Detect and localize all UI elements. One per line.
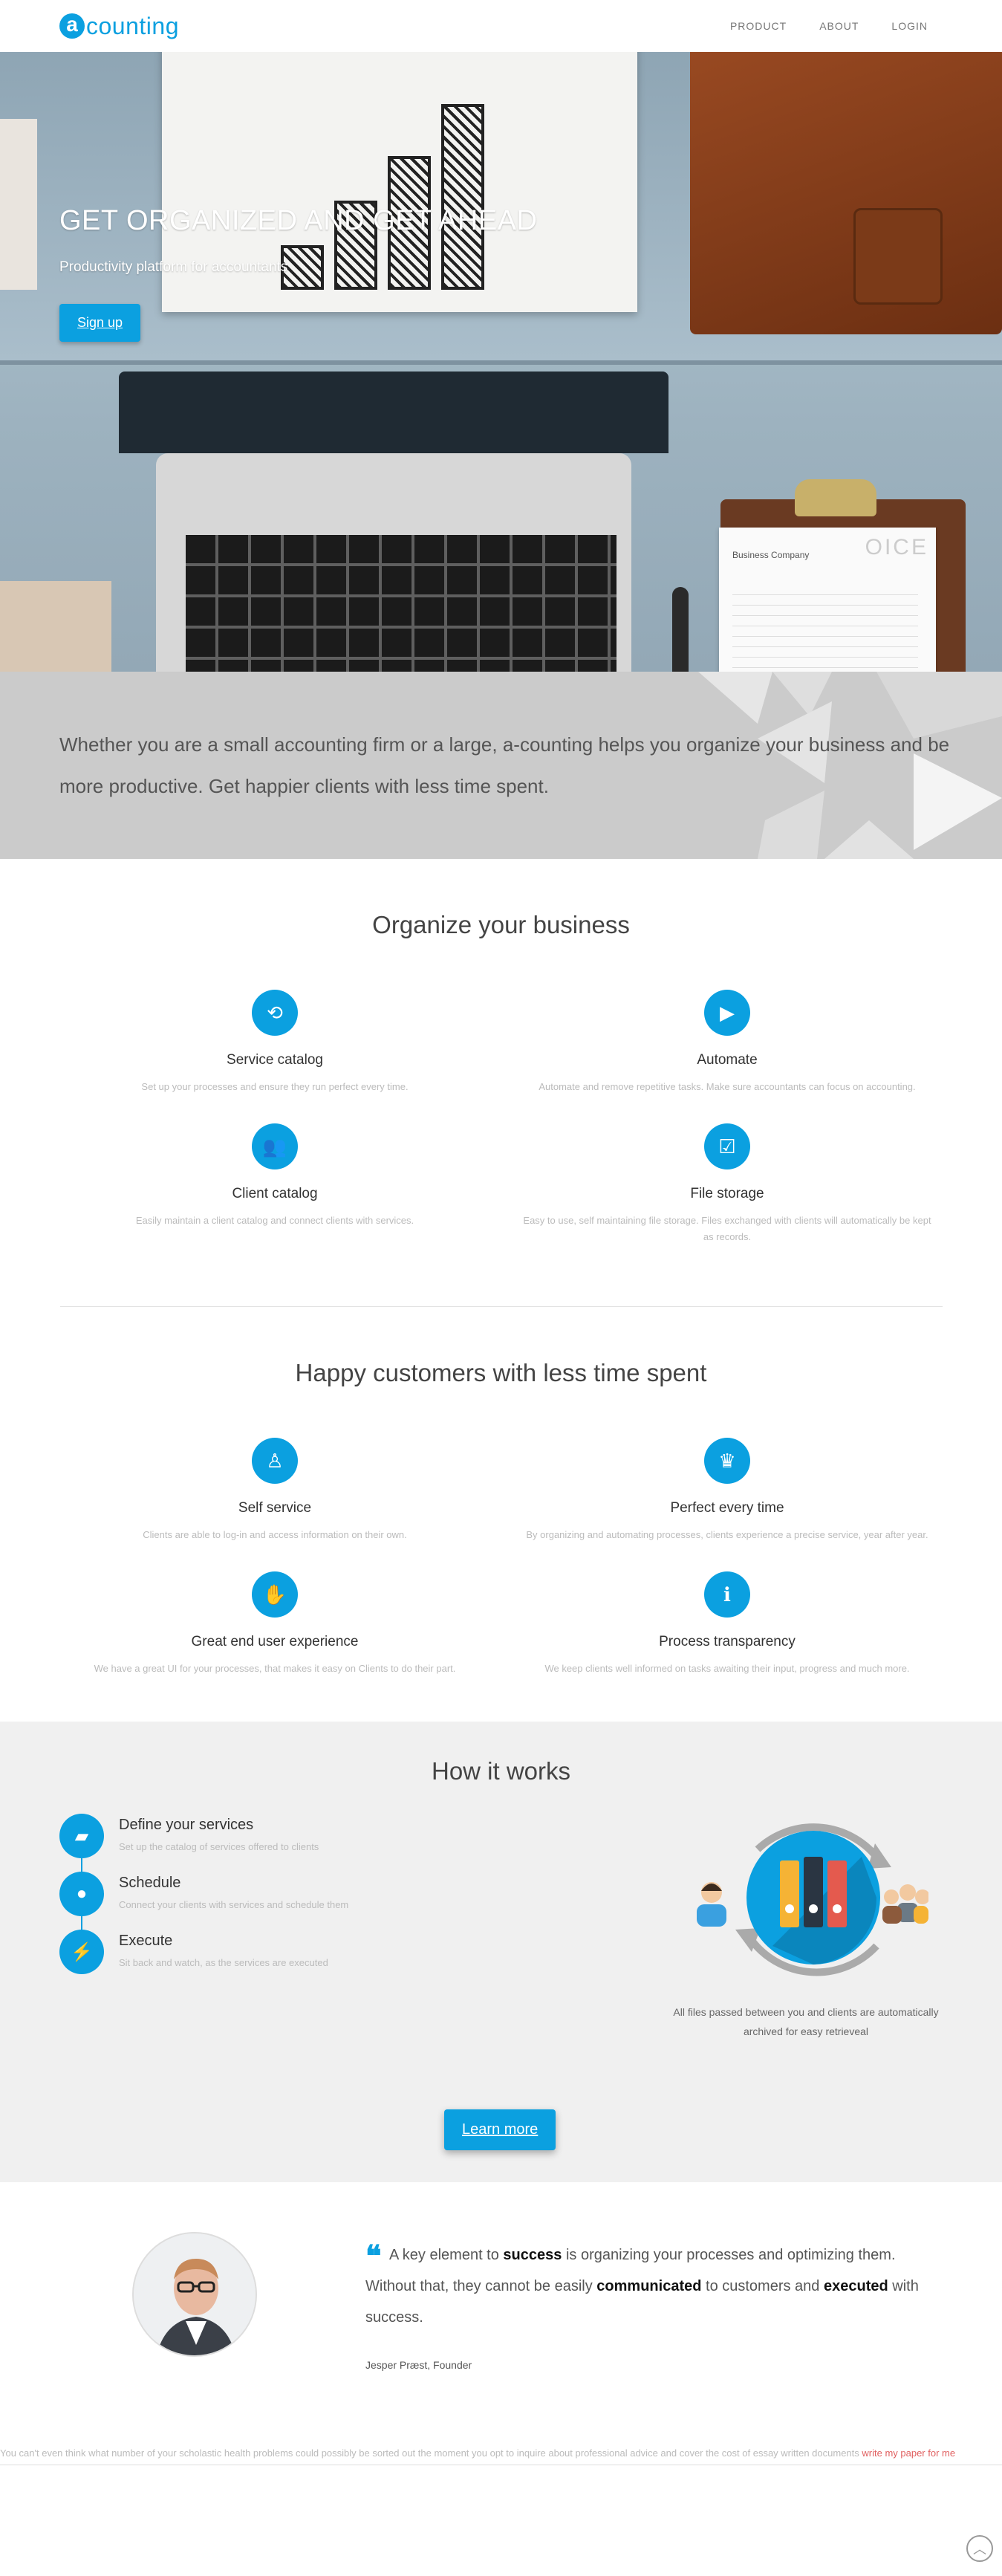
hero-content: GET ORGANIZED AND GET AHEAD Productivity… xyxy=(59,205,537,342)
feature-description: Easily maintain a client catalog and con… xyxy=(135,1215,414,1226)
folder-icon: ▰ xyxy=(59,1814,104,1858)
step-connector xyxy=(81,1916,82,1930)
nav-links: PRODUCT ABOUT LOGIN xyxy=(730,20,928,32)
feature-perfect-every-time: ♛ Perfect every time By organizing and a… xyxy=(501,1438,954,1543)
founder-photo xyxy=(134,2233,256,2355)
quote-text: A key element to success is organizing y… xyxy=(365,2247,919,2326)
feature-service-catalog: ⟲ Service catalog Set up your processes … xyxy=(49,990,501,1095)
hero-cards-decoration xyxy=(0,581,111,672)
file-archive-illustration xyxy=(697,1823,928,1976)
happy-features: ♙ Self service Clients are able to log-i… xyxy=(49,1438,954,1677)
nav-about-link[interactable]: ABOUT xyxy=(819,20,859,32)
info-icon: ℹ xyxy=(704,1571,750,1618)
happy-section: Happy customers with less time spent ♙ S… xyxy=(0,1307,1002,1677)
organize-features: ⟲ Service catalog Set up your processes … xyxy=(49,990,954,1245)
hero-clipboard-clip xyxy=(795,479,876,516)
trophy-icon: ♛ xyxy=(704,1438,750,1484)
feature-title: Great end user experience xyxy=(191,1634,359,1649)
footer: ︿ xyxy=(0,2465,1002,2569)
logo-text: counting xyxy=(86,12,179,39)
feature-description: Set up your processes and ensure they ru… xyxy=(141,1081,409,1092)
promo-text: You can't even think what number of your… xyxy=(0,2435,1002,2465)
step-title: Define your services xyxy=(119,1817,254,1833)
hero-image-divider xyxy=(0,360,1002,365)
step-title: Schedule xyxy=(119,1875,181,1891)
hero-invoice-company: Business Company xyxy=(732,550,810,560)
nav-product-link[interactable]: PRODUCT xyxy=(730,20,787,32)
feature-description: We have a great UI for your processes, t… xyxy=(94,1663,456,1674)
signup-button[interactable]: Sign up xyxy=(59,304,141,342)
handshake-icon: ✋ xyxy=(252,1571,298,1618)
feature-user-experience: ✋ Great end user experience We have a gr… xyxy=(49,1571,501,1677)
hero-invoice-title: OICE xyxy=(865,535,928,559)
hero-invoice-lines xyxy=(732,594,918,672)
step-description: Connect your clients with services and s… xyxy=(119,1899,349,1910)
archive-caption: All files passed between you and clients… xyxy=(673,2006,939,2037)
how-title: How it works xyxy=(431,1757,571,1785)
step-define-services: ▰ Define your services Set up the catalo… xyxy=(59,1814,348,1872)
step-title: Execute xyxy=(119,1933,173,1949)
file-check-icon: ☑ xyxy=(704,1123,750,1169)
feature-title: File storage xyxy=(690,1186,764,1201)
hero-laptop-screen xyxy=(119,372,668,453)
hero-keyboard-rows xyxy=(186,535,617,672)
logo-mark: a xyxy=(59,13,85,39)
organize-section: Organize your business ⟲ Service catalog… xyxy=(0,859,1002,1307)
play-icon: ▶ xyxy=(704,990,750,1036)
feature-description: Automate and remove repetitive tasks. Ma… xyxy=(539,1081,916,1092)
feature-description: Clients are able to log-in and access in… xyxy=(143,1529,407,1540)
hero-title: GET ORGANIZED AND GET AHEAD xyxy=(59,205,538,236)
scroll-to-top-icon[interactable]: ︿ xyxy=(966,2535,993,2562)
step-description: Set up the catalog of services offered t… xyxy=(119,1841,319,1852)
avatar xyxy=(132,2232,257,2357)
step-execute: ⚡ Execute Sit back and watch, as the ser… xyxy=(59,1930,348,1988)
feature-description: Easy to use, self maintaining file stora… xyxy=(523,1215,931,1242)
top-nav: a counting PRODUCT ABOUT LOGIN xyxy=(0,0,1002,52)
learn-more-button[interactable]: Learn more xyxy=(444,2109,556,2150)
feature-title: Self service xyxy=(238,1500,312,1516)
feature-file-storage: ☑ File storage Easy to use, self maintai… xyxy=(501,1123,954,1245)
hero: OICE Business Company GET ORGANIZED AND … xyxy=(0,52,1002,672)
hero-box-decoration xyxy=(0,119,37,290)
quote-author: Jesper Præst, Founder xyxy=(365,2359,472,2371)
refresh-icon: ⟲ xyxy=(252,990,298,1036)
hero-pen xyxy=(672,587,689,672)
feature-client-catalog: 👥 Client catalog Easily maintain a clien… xyxy=(49,1123,501,1245)
feature-title: Client catalog xyxy=(232,1186,318,1201)
how-it-works-section: How it works ▰ Define your services Set … xyxy=(0,1722,1002,2182)
user-icon: ● xyxy=(59,1872,104,1916)
feature-title: Automate xyxy=(697,1052,758,1068)
feature-description: By organizing and automating processes, … xyxy=(526,1529,928,1540)
nav-login-link[interactable]: LOGIN xyxy=(891,20,928,32)
users-icon: 👥 xyxy=(252,1123,298,1169)
feature-automate: ▶ Automate Automate and remove repetitiv… xyxy=(501,990,954,1095)
feature-title: Perfect every time xyxy=(670,1500,784,1516)
logo[interactable]: a counting xyxy=(59,13,179,40)
hero-invoice: OICE Business Company xyxy=(719,528,936,672)
bolt-icon: ⚡ xyxy=(59,1930,104,1974)
step-description: Sit back and watch, as the services are … xyxy=(119,1957,328,1968)
feature-process-transparency: ℹ Process transparency We keep clients w… xyxy=(501,1571,954,1677)
person-icon: ♙ xyxy=(252,1438,298,1484)
happy-title: Happy customers with less time spent xyxy=(295,1359,707,1386)
promo-link[interactable]: write my paper for me xyxy=(862,2447,955,2459)
how-steps: ▰ Define your services Set up the catalo… xyxy=(59,1814,348,1988)
intro-text: Whether you are a small accounting firm … xyxy=(59,733,950,797)
organize-title: Organize your business xyxy=(372,911,630,938)
feature-title: Process transparency xyxy=(659,1634,796,1649)
feature-self-service: ♙ Self service Clients are able to log-i… xyxy=(49,1438,501,1543)
hero-leather-bag xyxy=(690,52,1002,334)
feature-description: We keep clients well informed on tasks a… xyxy=(544,1663,910,1674)
testimonial: ❝ A key element to success is organizing… xyxy=(0,2182,1002,2435)
step-schedule: ● Schedule Connect your clients with ser… xyxy=(59,1872,348,1930)
feature-title: Service catalog xyxy=(227,1052,323,1068)
step-connector xyxy=(81,1858,82,1872)
intro-banner: Whether you are a small accounting firm … xyxy=(0,672,1002,859)
hero-subtitle: Productivity platform for accountants xyxy=(59,259,288,275)
hero-bag-strap xyxy=(853,208,943,305)
